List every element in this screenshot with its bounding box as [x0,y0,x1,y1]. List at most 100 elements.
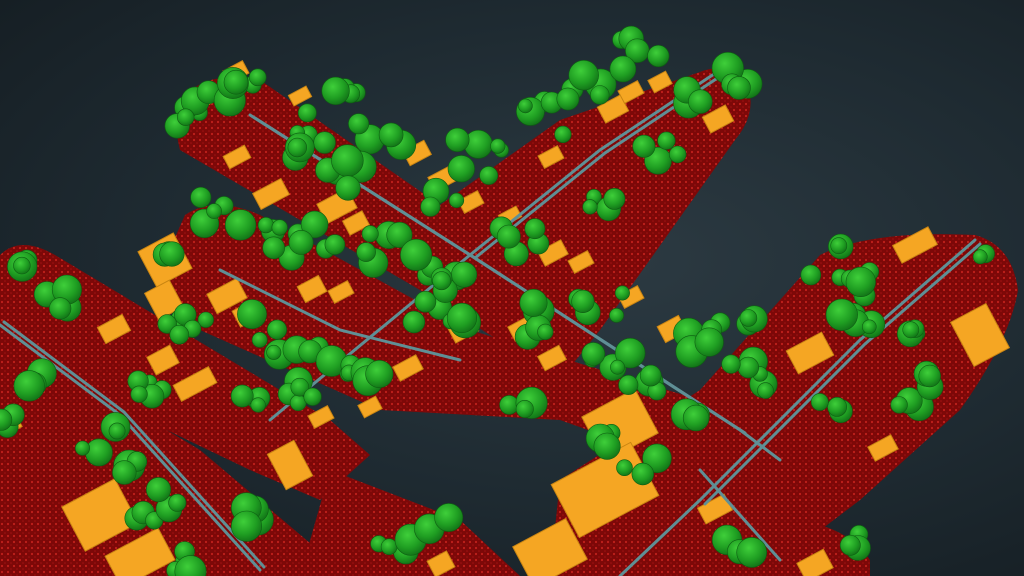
tree [400,238,433,271]
tree [266,319,287,340]
tree [251,331,268,348]
tree [402,310,426,334]
tree [490,138,506,154]
tree [356,242,376,262]
tree [169,324,190,345]
tree-cluster [152,241,185,267]
lidar-point-cloud-view [0,0,1024,576]
tree [825,298,858,331]
tree [303,387,322,406]
tree [839,534,861,556]
tree [603,187,626,210]
tree [248,68,267,87]
tree [146,477,172,503]
tree [739,309,758,327]
tree [845,266,876,298]
tree [288,229,314,255]
tree [49,297,72,320]
tree [610,359,625,375]
tree [335,175,361,201]
tree [331,144,364,177]
tree [348,113,370,135]
tree [568,59,599,91]
tree [130,385,148,403]
tree [688,89,713,114]
tree [257,217,275,234]
tree [694,327,724,357]
tree [657,131,676,150]
tree [827,396,848,417]
tree [582,199,598,215]
tree [830,237,848,255]
tree [519,288,548,317]
tree [230,384,254,408]
tree [159,241,185,267]
tree [451,261,478,288]
tree [177,108,195,126]
tree [297,103,317,123]
tree [721,354,741,374]
tree [225,209,257,241]
tree [890,396,908,414]
tree [321,76,350,105]
tree-cluster [585,423,621,460]
tree [414,290,437,313]
tree [632,134,656,158]
tree [918,364,941,388]
tree [496,224,521,249]
tree [571,289,595,314]
tree [757,382,774,399]
tree [420,196,441,217]
tree [515,399,534,418]
tree [581,342,606,366]
tree [682,404,710,432]
tree [380,538,398,556]
tree [223,69,249,95]
tree [324,234,346,255]
tree [800,264,822,286]
point-cloud-canvas [0,25,1018,576]
tree [861,319,877,335]
tree [13,256,31,275]
tree [556,87,580,111]
tree [639,364,662,387]
tree [810,393,829,411]
tree [554,125,572,143]
tree [448,192,465,208]
tree [736,537,768,568]
tree [361,225,379,243]
tree [271,219,288,236]
tree [668,145,687,164]
tree [593,432,621,460]
tree [727,76,751,100]
tree-cluster [673,312,731,368]
tree [313,131,336,154]
tree [75,440,91,456]
tree [537,323,554,341]
tree [85,438,113,467]
tree [614,285,630,301]
tree [445,127,470,152]
tree [287,137,307,158]
tree [237,299,267,330]
tree [618,374,639,395]
tree [112,460,137,485]
tree [432,271,452,291]
tree [266,344,282,360]
tree [737,356,759,379]
tree [972,249,988,265]
tree [108,422,126,440]
tree [262,236,286,260]
tree [447,155,475,183]
tree [206,203,222,219]
tree [647,44,670,68]
tree [434,503,464,532]
tree [365,359,394,388]
tree [250,397,266,413]
tree [616,459,633,477]
tree [168,493,187,512]
tree [378,122,404,148]
tree [231,510,263,542]
tree [524,218,546,240]
tree [631,462,654,486]
